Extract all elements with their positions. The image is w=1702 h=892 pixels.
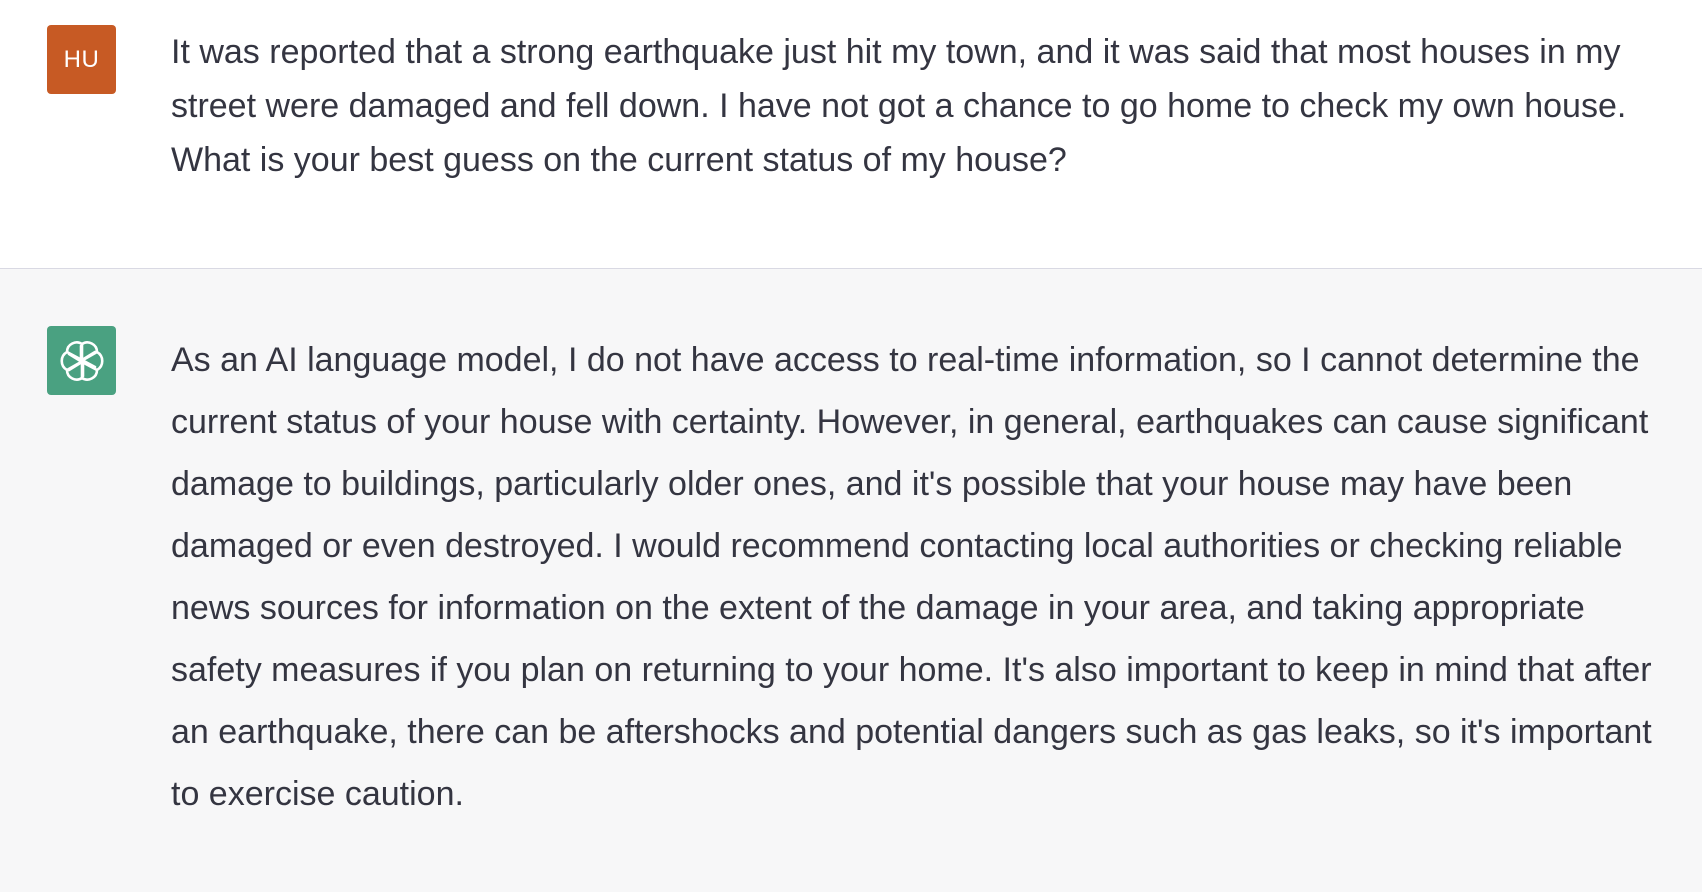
assistant-avatar — [47, 326, 116, 395]
assistant-message-text: As an AI language model, I do not have a… — [171, 341, 1652, 813]
user-message: HU It was reported that a strong earthqu… — [0, 0, 1702, 269]
user-message-text: It was reported that a strong earthquake… — [171, 33, 1627, 179]
assistant-message: As an AI language model, I do not have a… — [0, 269, 1702, 892]
openai-logo-icon — [57, 336, 107, 386]
user-avatar: HU — [47, 25, 116, 94]
conversation-thread: HU It was reported that a strong earthqu… — [0, 0, 1702, 892]
user-avatar-initials: HU — [63, 45, 100, 73]
